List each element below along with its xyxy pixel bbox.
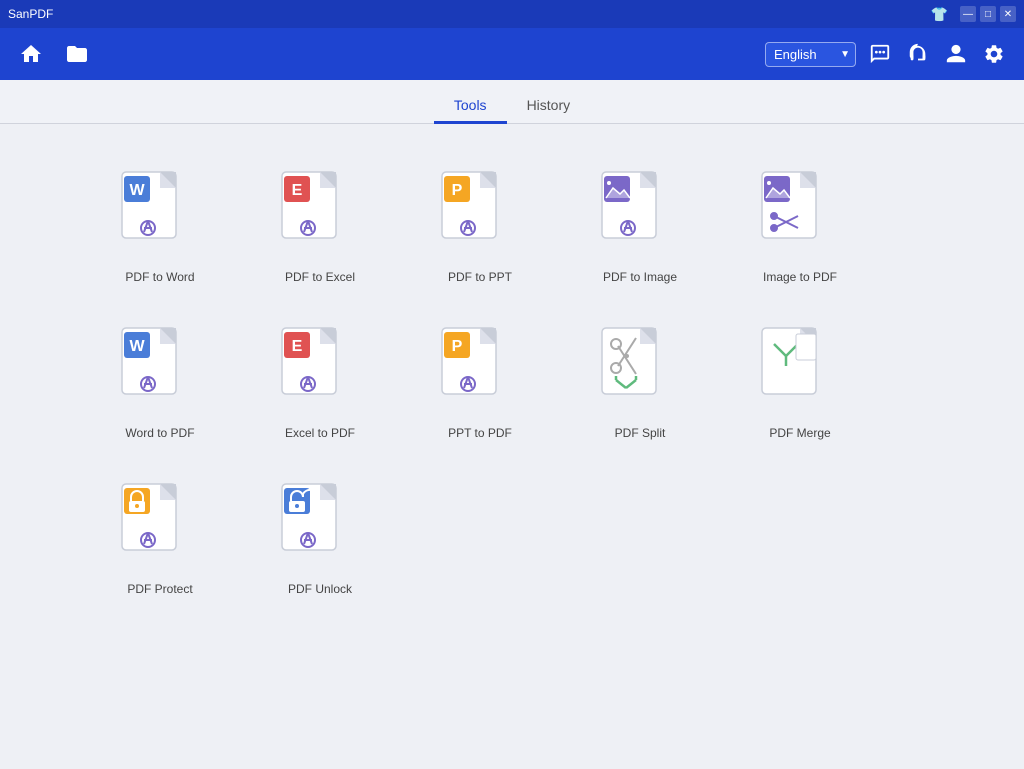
image-to-pdf-svg <box>760 170 830 255</box>
open-file-button[interactable] <box>62 39 92 69</box>
excel-to-pdf-icon-wrap: E <box>280 326 360 416</box>
tool-pdf-to-image[interactable]: PDF to Image <box>560 154 720 300</box>
pdf-to-ppt-icon-wrap: P <box>440 170 520 260</box>
settings-icon[interactable] <box>980 40 1008 68</box>
excel-to-pdf-svg: E <box>280 326 350 411</box>
svg-text:E: E <box>292 182 303 199</box>
pdf-to-word-svg: W <box>120 170 190 255</box>
tab-history[interactable]: History <box>507 89 591 124</box>
tools-row-0: W PDF to Word <box>80 154 944 300</box>
tab-tools[interactable]: Tools <box>434 89 507 124</box>
pdf-protect-svg <box>120 482 190 567</box>
pdf-merge-svg <box>760 326 830 411</box>
tools-row-2: PDF Protect <box>80 466 944 612</box>
pdf-to-image-svg <box>600 170 670 255</box>
pdf-unlock-label: PDF Unlock <box>288 582 352 596</box>
close-button[interactable]: ✕ <box>1000 6 1016 22</box>
tool-pdf-to-ppt[interactable]: P PDF to PPT <box>400 154 560 300</box>
tabbar: Tools History <box>0 80 1024 124</box>
word-to-pdf-svg: W <box>120 326 190 411</box>
ppt-to-pdf-icon-wrap: P <box>440 326 520 416</box>
tool-excel-to-pdf[interactable]: E Excel to PDF <box>240 310 400 456</box>
home-button[interactable] <box>16 39 46 69</box>
svg-text:W: W <box>129 182 145 199</box>
pdf-unlock-icon-wrap <box>280 482 360 572</box>
pdf-unlock-svg <box>280 482 350 567</box>
pdf-split-svg <box>600 326 670 411</box>
toolbar-right: English Chinese Japanese French German ▼ <box>765 40 1008 68</box>
minimize-button[interactable]: — <box>960 6 976 22</box>
tool-pdf-to-excel[interactable]: E PDF to Excel <box>240 154 400 300</box>
svg-text:P: P <box>452 182 463 199</box>
image-to-pdf-label: Image to PDF <box>763 270 837 284</box>
titlebar: SanPDF 👕 — □ ✕ <box>0 0 1024 28</box>
image-to-pdf-icon-wrap <box>760 170 840 260</box>
pdf-to-excel-label: PDF to Excel <box>285 270 355 284</box>
pdf-to-ppt-label: PDF to PPT <box>448 270 512 284</box>
pdf-split-icon-wrap <box>600 326 680 416</box>
tools-row-1: W Word to PDF E <box>80 310 944 456</box>
tool-pdf-split[interactable]: PDF Split <box>560 310 720 456</box>
main-content: W PDF to Word <box>0 124 1024 769</box>
pdf-merge-label: PDF Merge <box>769 426 830 440</box>
titlebar-controls: 👕 — □ ✕ <box>931 6 1016 23</box>
pdf-to-image-label: PDF to Image <box>603 270 677 284</box>
language-selector[interactable]: English Chinese Japanese French German ▼ <box>765 42 856 67</box>
tool-pdf-unlock[interactable]: PDF Unlock <box>240 466 400 612</box>
tool-pdf-protect[interactable]: PDF Protect <box>80 466 240 612</box>
pdf-to-image-icon-wrap <box>600 170 680 260</box>
svg-text:E: E <box>292 338 303 355</box>
shirt-icon: 👕 <box>931 6 948 23</box>
pdf-to-word-icon-wrap: W <box>120 170 200 260</box>
maximize-button[interactable]: □ <box>980 6 996 22</box>
ppt-to-pdf-label: PPT to PDF <box>448 426 512 440</box>
word-to-pdf-label: Word to PDF <box>125 426 194 440</box>
excel-to-pdf-label: Excel to PDF <box>285 426 355 440</box>
pdf-to-excel-svg: E <box>280 170 350 255</box>
headset-icon[interactable] <box>904 40 932 68</box>
app-title: SanPDF <box>8 7 53 21</box>
pdf-protect-label: PDF Protect <box>127 582 192 596</box>
pdf-split-label: PDF Split <box>615 426 666 440</box>
pdf-to-excel-icon-wrap: E <box>280 170 360 260</box>
pdf-merge-icon-wrap <box>760 326 840 416</box>
svg-text:W: W <box>129 338 145 355</box>
chat-icon[interactable] <box>866 40 894 68</box>
language-dropdown[interactable]: English Chinese Japanese French German <box>765 42 856 67</box>
tool-ppt-to-pdf[interactable]: P PPT to PDF <box>400 310 560 456</box>
toolbar: English Chinese Japanese French German ▼ <box>0 28 1024 80</box>
pdf-protect-icon-wrap <box>120 482 200 572</box>
tool-word-to-pdf[interactable]: W Word to PDF <box>80 310 240 456</box>
tool-image-to-pdf[interactable]: Image to PDF <box>720 154 880 300</box>
pdf-to-ppt-svg: P <box>440 170 510 255</box>
svg-text:P: P <box>452 338 463 355</box>
tool-pdf-merge[interactable]: PDF Merge <box>720 310 880 456</box>
ppt-to-pdf-svg: P <box>440 326 510 411</box>
tool-pdf-to-word[interactable]: W PDF to Word <box>80 154 240 300</box>
pdf-to-word-label: PDF to Word <box>125 270 194 284</box>
word-to-pdf-icon-wrap: W <box>120 326 200 416</box>
toolbar-left <box>16 39 92 69</box>
user-icon[interactable] <box>942 40 970 68</box>
